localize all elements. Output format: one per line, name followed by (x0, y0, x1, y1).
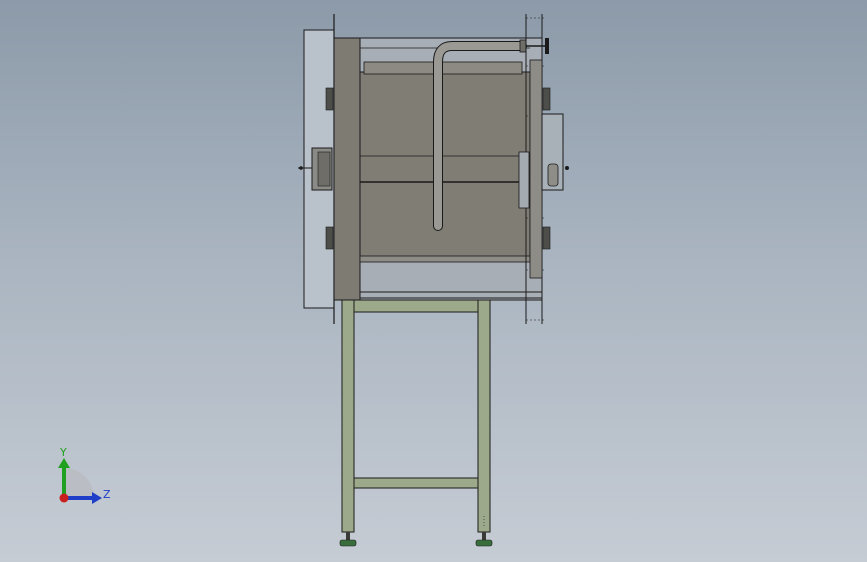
bottom-drain-rail (359, 255, 531, 263)
stand-top-crossbar (353, 299, 479, 313)
stand-right-leg (477, 299, 491, 533)
right-foot-stem (482, 532, 486, 540)
left-bracket-bottom (325, 226, 334, 250)
left-foot-stem (346, 532, 350, 540)
left-handle-knob (299, 166, 303, 170)
left-flange-assembly (298, 14, 335, 324)
model-drawing[interactable]: Y Z (0, 0, 867, 562)
pipe-coupling (519, 39, 527, 53)
y-axis-arrowhead (58, 458, 70, 468)
z-axis-arrowhead (92, 492, 102, 504)
cad-viewport[interactable]: Y Z (0, 0, 867, 562)
tank-inner-basin (359, 71, 531, 261)
stand-lower-crossbar (353, 477, 479, 489)
right-bracket-bottom (542, 226, 551, 250)
z-axis-label: Z (103, 488, 111, 501)
support-stand (339, 299, 493, 547)
right-latch-plate (518, 151, 530, 209)
triad-plane-arc (64, 468, 94, 498)
right-door-panel (529, 59, 543, 279)
left-bracket-top (325, 87, 334, 111)
y-axis-label: Y (59, 446, 67, 459)
right-side-assembly (518, 14, 569, 324)
x-axis-origin-dot (59, 493, 69, 503)
right-foot-pad (475, 539, 493, 547)
right-bracket-top (542, 87, 551, 111)
control-box-knob (565, 166, 569, 170)
tank-left-wall (333, 37, 361, 301)
stand-left-leg (341, 299, 355, 533)
control-box-handle (547, 163, 559, 187)
orientation-triad: Y Z (58, 446, 111, 504)
left-foot-pad (339, 539, 357, 547)
pipe-end-cap (545, 38, 549, 54)
left-handle-inner (317, 151, 331, 187)
